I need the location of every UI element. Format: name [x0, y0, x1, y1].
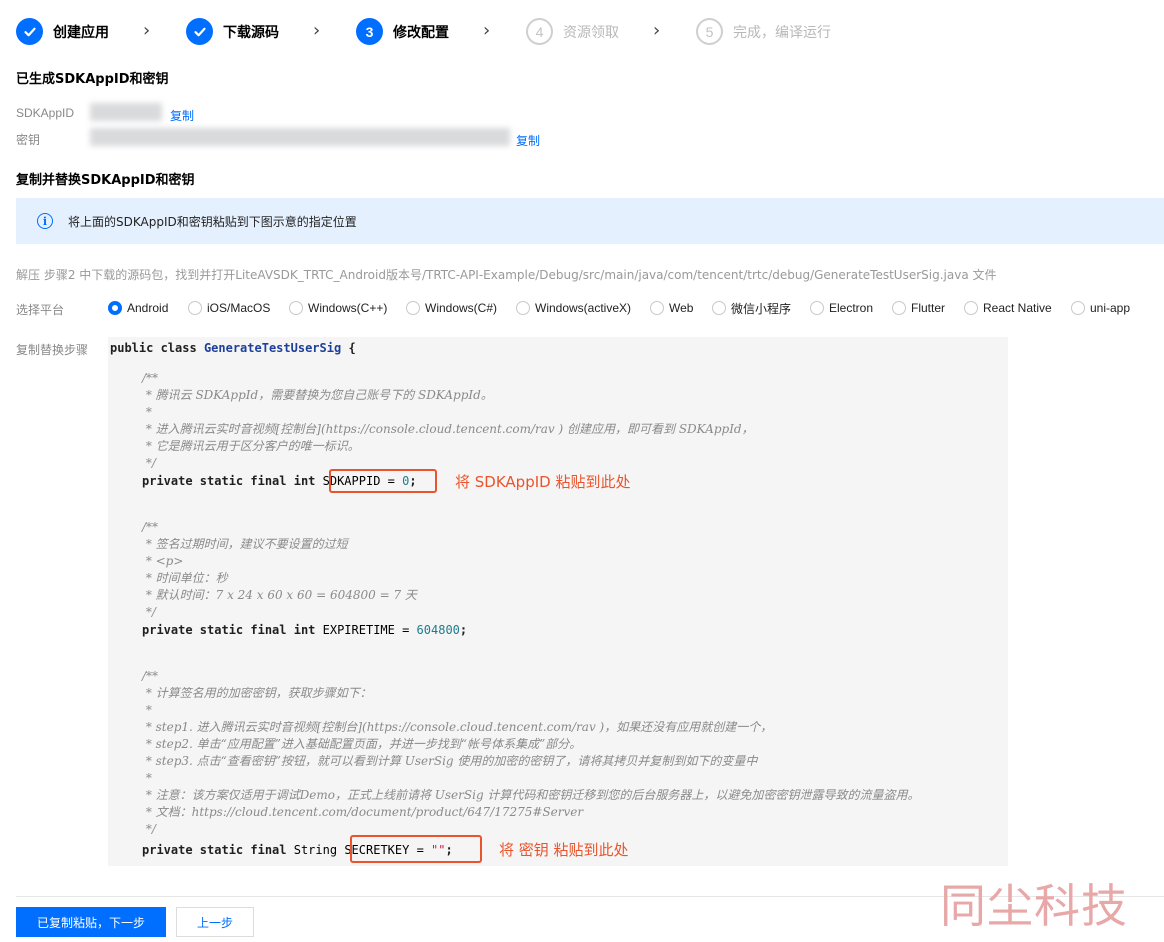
- info-notice: i 将上面的SDKAppID和密钥粘贴到下图示意的指定位置: [16, 198, 1164, 244]
- secretkey-paste-hint: 将 密钥 粘贴到此处: [499, 841, 629, 859]
- step-2-check-icon: [186, 18, 213, 45]
- sdkappid-highlight-box: [329, 469, 437, 493]
- platform-radio-electron[interactable]: Electron: [810, 299, 873, 317]
- step-3-number: 3: [356, 18, 383, 45]
- step-2-label: 下载源码: [223, 25, 279, 41]
- step-1-label: 创建应用: [53, 25, 109, 41]
- generated-section-title: 已生成SDKAppID和密钥: [16, 72, 169, 87]
- secretkey-highlight-box: [350, 835, 482, 863]
- code-comment-expiretime: /** * 签名过期时间，建议不要设置的过短 * <p> * 时间单位：秒 * …: [142, 520, 417, 619]
- radio-dot: [892, 301, 906, 315]
- radio-dot: [964, 301, 978, 315]
- platform-radio-web[interactable]: Web: [650, 299, 693, 317]
- chevron-right-icon: ›: [313, 20, 321, 41]
- platform-radio-flutter[interactable]: Flutter: [892, 299, 945, 317]
- info-notice-text: 将上面的SDKAppID和密钥粘贴到下图示意的指定位置: [68, 215, 357, 229]
- copy-secret-key-link[interactable]: 复制: [516, 132, 540, 149]
- platform-label: 选择平台: [16, 303, 65, 317]
- radio-dot: [516, 301, 530, 315]
- platform-radio-ios-macos[interactable]: iOS/MacOS: [188, 299, 270, 317]
- platform-radio-windows-cpp[interactable]: Windows(C++): [289, 299, 387, 317]
- step-5-number: 5: [696, 18, 723, 45]
- replace-steps-label: 复制替换步骤: [16, 343, 89, 357]
- platform-radio-windows-activex[interactable]: Windows(activeX): [516, 299, 631, 317]
- step-5-label: 完成，编译运行: [733, 25, 831, 41]
- radio-dot: [650, 301, 664, 315]
- radio-dot: [188, 301, 202, 315]
- code-class-declaration: public class GenerateTestUserSig {: [110, 341, 356, 355]
- radio-dot: [289, 301, 303, 315]
- previous-step-button[interactable]: 上一步: [176, 907, 254, 937]
- copy-sdkappid-link[interactable]: 复制: [170, 107, 194, 124]
- replace-section-title: 复制并替换SDKAppID和密钥: [16, 173, 195, 188]
- radio-dot: [810, 301, 824, 315]
- sdkappid-label: SDKAppID: [16, 106, 75, 120]
- code-comment-secretkey: /** * 计算签名用的加密密钥，获取步骤如下： * * step1. 进入腾讯…: [142, 669, 920, 836]
- platform-radio-uni-app[interactable]: uni-app: [1071, 299, 1130, 317]
- chevron-right-icon: ›: [653, 20, 661, 41]
- secret-key-value-blurred: [90, 128, 510, 146]
- sdkappid-value-blurred: [90, 103, 162, 121]
- platform-radio-wechat-miniprogram[interactable]: 微信小程序: [712, 299, 791, 317]
- radio-dot-selected: [108, 301, 122, 315]
- code-comment-sdkappid: /** * 腾讯云 SDKAppId，需要替换为您自己账号下的 SDKAppId…: [142, 371, 754, 470]
- code-line-expiretime: private static final int EXPIRETIME = 60…: [142, 623, 468, 637]
- radio-dot: [406, 301, 420, 315]
- info-icon: i: [37, 213, 53, 229]
- step-4-number: 4: [526, 18, 553, 45]
- platform-radio-android[interactable]: Android: [108, 299, 168, 317]
- platform-radio-react-native[interactable]: React Native: [964, 299, 1052, 317]
- step-4-label: 资源领取: [563, 25, 619, 41]
- step-1-check-icon: [16, 18, 43, 45]
- sdkappid-paste-hint: 将 SDKAppID 粘贴到此处: [455, 473, 631, 491]
- radio-dot: [712, 301, 726, 315]
- file-path-instruction: 解压 步骤2 中下载的源码包，找到并打开LiteAVSDK_TRTC_Andro…: [16, 268, 997, 282]
- platform-radio-windows-csharp[interactable]: Windows(C#): [406, 299, 497, 317]
- chevron-right-icon: ›: [483, 20, 491, 41]
- next-step-button[interactable]: 已复制粘贴，下一步: [16, 907, 166, 937]
- step-3-label: 修改配置: [393, 25, 449, 41]
- chevron-right-icon: ›: [143, 20, 151, 41]
- watermark: 同尘科技: [940, 879, 1128, 933]
- radio-dot: [1071, 301, 1085, 315]
- secret-key-label: 密钥: [16, 133, 41, 147]
